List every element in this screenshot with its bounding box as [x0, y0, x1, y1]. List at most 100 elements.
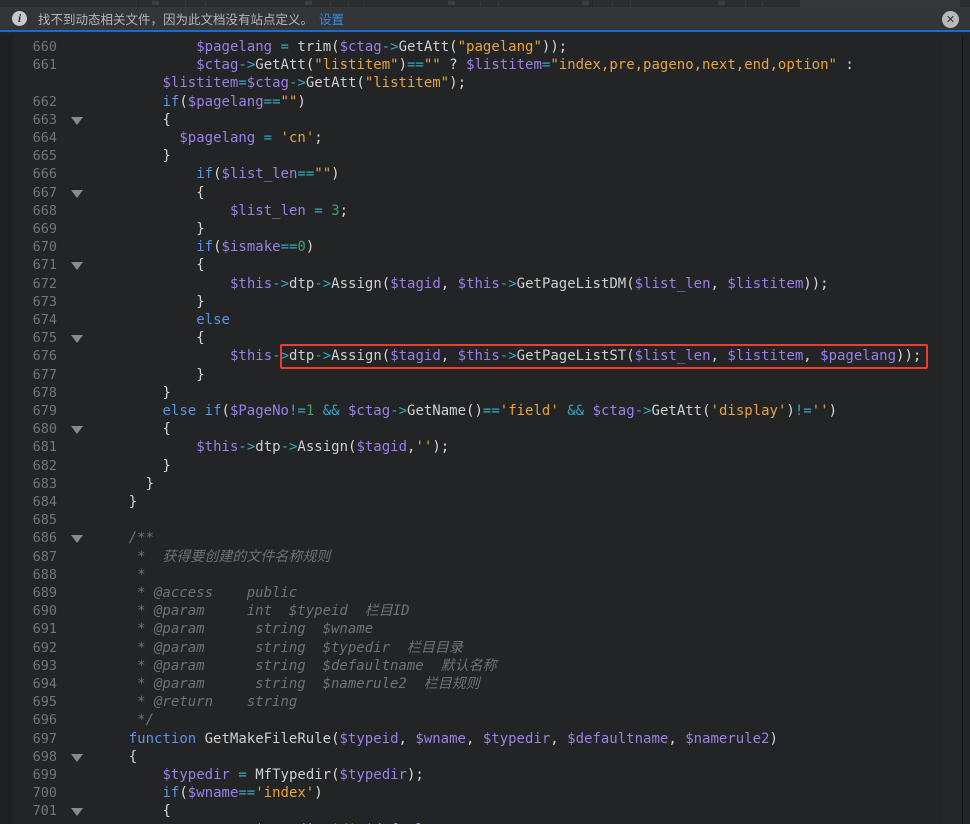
code-line[interactable]: } — [95, 366, 205, 384]
code-line[interactable]: } — [95, 493, 137, 511]
code-line[interactable]: * — [95, 566, 146, 584]
line-number: 677 — [33, 366, 57, 384]
line-number: 662 — [33, 93, 57, 111]
code-line[interactable]: * 获得要创建的文件名称规则 — [95, 548, 330, 566]
code-line[interactable]: if($pagelang=="") — [95, 93, 306, 111]
line-number: 688 — [33, 566, 57, 584]
close-icon[interactable]: ✕ — [942, 11, 959, 28]
code-line[interactable]: /** — [95, 529, 154, 547]
notification-message: 找不到动态相关文件，因为此文档没有站点定义。 — [38, 9, 313, 28]
notification-accent-edge — [958, 30, 970, 32]
code-line[interactable]: * @param string $defaultname 默认名称 — [95, 657, 497, 675]
code-line[interactable]: */ — [95, 711, 154, 729]
code-editor[interactable]: 6606616626636646656666676686696706716726… — [0, 34, 970, 824]
code-line[interactable]: { — [95, 329, 205, 347]
code-line[interactable]: { — [95, 111, 171, 129]
line-number: 691 — [33, 620, 57, 638]
line-number: 665 — [33, 147, 57, 165]
code-line[interactable]: if($ismake==0) — [95, 238, 314, 256]
line-number: 684 — [33, 493, 57, 511]
code-line[interactable]: $this->dtp->Assign($tagid, $this->GetPag… — [95, 275, 829, 293]
line-number: 685 — [33, 511, 57, 529]
code-line[interactable]: { — [95, 748, 137, 766]
fold-toggle-icon[interactable] — [71, 808, 83, 816]
line-number: 672 — [33, 275, 57, 293]
highlight-annotation — [280, 344, 928, 369]
code-line[interactable]: if($list_len=="") — [95, 165, 340, 183]
line-number: 693 — [33, 657, 57, 675]
code-line[interactable]: * @return string — [95, 693, 297, 711]
fold-toggle-icon[interactable] — [71, 262, 83, 270]
line-number: 697 — [33, 730, 57, 748]
line-number: 683 — [33, 475, 57, 493]
vertical-scrollbar[interactable] — [945, 34, 958, 824]
fold-toggle-icon[interactable] — [71, 754, 83, 762]
code-line[interactable]: $ctag->GetAtt("listitem")=="" ? $listite… — [95, 56, 854, 74]
code-line[interactable]: * @param string $wname — [95, 620, 373, 638]
code-line[interactable]: { — [95, 420, 171, 438]
line-number: 668 — [33, 202, 57, 220]
line-number: 679 — [33, 402, 57, 420]
line-number: 680 — [33, 420, 57, 438]
code-line[interactable]: * @access public — [95, 584, 297, 602]
code-line[interactable]: * @param string $namerule2 栏目规则 — [95, 675, 480, 693]
line-number: 661 — [33, 56, 57, 74]
line-number: 682 — [33, 457, 57, 475]
line-number: 669 — [33, 220, 57, 238]
code-line[interactable]: $pagelang = trim($ctag->GetAtt("pagelang… — [95, 38, 567, 56]
line-number: 664 — [33, 129, 57, 147]
line-number: 667 — [33, 184, 57, 202]
editor-left-rail — [0, 34, 13, 824]
info-icon: i — [12, 11, 27, 26]
code-line[interactable]: function GetMakeFileRule($typeid, $wname… — [95, 730, 778, 748]
code-line[interactable]: $list_len = 3; — [95, 202, 348, 220]
background-editor-strip — [962, 34, 970, 824]
code-line[interactable]: $pagelang = 'cn'; — [95, 129, 323, 147]
code-line[interactable]: } — [95, 457, 171, 475]
line-number: 681 — [33, 438, 57, 456]
code-line[interactable]: $this->dtp->Assign($tagid,''); — [95, 438, 449, 456]
settings-link[interactable]: 设置 — [319, 9, 344, 28]
line-number: 673 — [33, 293, 57, 311]
code-line[interactable]: } — [95, 147, 171, 165]
editor-window: i 找不到动态相关文件，因为此文档没有站点定义。 设置 ✕ 660661 662 6… — [0, 0, 970, 824]
code-content[interactable]: $pagelang = trim($ctag->GetAtt("pagelang… — [95, 34, 943, 824]
code-line[interactable]: if($wname=='index') — [95, 784, 323, 802]
code-line[interactable]: } — [95, 384, 171, 402]
code-line[interactable]: } — [95, 220, 205, 238]
line-number: 702 — [33, 821, 57, 824]
code-line[interactable]: } — [95, 293, 205, 311]
code-line[interactable]: return $typedir.'/'.$defaultname; — [95, 821, 474, 824]
code-line[interactable]: { — [95, 802, 171, 820]
line-number: 660 — [33, 38, 57, 56]
fold-toggle-icon[interactable] — [71, 190, 83, 198]
line-number-gutter[interactable]: 6606616626636646656666676686696706716726… — [13, 34, 95, 824]
fold-toggle-icon[interactable] — [71, 117, 83, 125]
fold-toggle-icon[interactable] — [71, 535, 83, 543]
line-number: 695 — [33, 693, 57, 711]
line-number: 700 — [33, 784, 57, 802]
line-number: 676 — [33, 347, 57, 365]
line-number: 686 — [33, 529, 57, 547]
code-line[interactable]: else if($PageNo!=1 && $ctag->GetName()==… — [95, 402, 837, 420]
line-number: 694 — [33, 675, 57, 693]
notification-bar: i 找不到动态相关文件，因为此文档没有站点定义。 设置 ✕ — [0, 7, 970, 32]
line-number: 674 — [33, 311, 57, 329]
line-number: 675 — [33, 329, 57, 347]
code-line[interactable]: { — [95, 184, 205, 202]
line-number: 699 — [33, 766, 57, 784]
line-number: 692 — [33, 639, 57, 657]
line-number: 701 — [33, 802, 57, 820]
code-line[interactable]: } — [95, 475, 154, 493]
line-number: 690 — [33, 602, 57, 620]
line-number: 698 — [33, 748, 57, 766]
fold-toggle-icon[interactable] — [71, 335, 83, 343]
code-line[interactable]: * @param int $typeid 栏目ID — [95, 602, 410, 620]
code-line[interactable]: $typedir = MfTypedir($typedir); — [95, 766, 424, 784]
line-number: 687 — [33, 548, 57, 566]
code-line[interactable]: $listitem=$ctag->GetAtt("listitem"); — [95, 74, 466, 92]
code-line[interactable]: * @param string $typedir 栏目目录 — [95, 639, 463, 657]
code-line[interactable]: else — [95, 311, 230, 329]
fold-toggle-icon[interactable] — [71, 426, 83, 434]
code-line[interactable]: { — [95, 256, 205, 274]
